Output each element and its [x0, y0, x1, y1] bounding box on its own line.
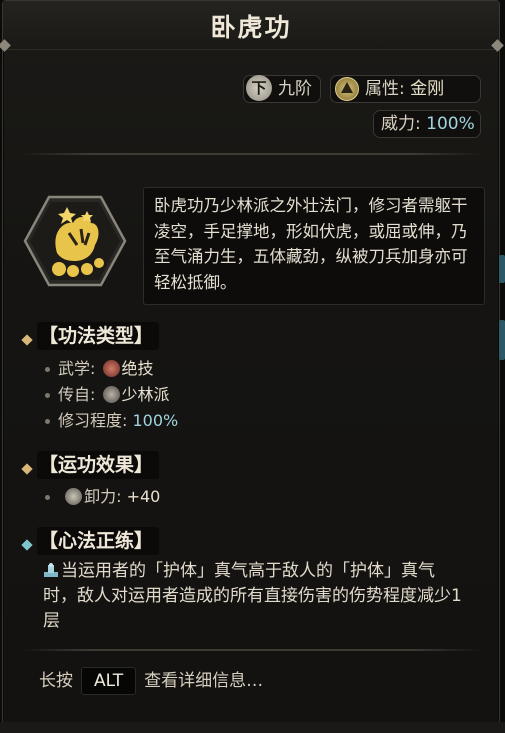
- bullet-dot: [45, 367, 50, 372]
- row-origin: 传自: 少林派: [45, 383, 170, 407]
- deflect-icon: [65, 488, 83, 505]
- grade-tier-icon: 下: [246, 75, 272, 101]
- row-deflect: 卸力: +40: [45, 485, 160, 509]
- footer-hint: 长按 ALT 查看详细信息…: [39, 667, 263, 695]
- edge-decoration: [499, 320, 505, 360]
- bullet-dot: [45, 495, 50, 500]
- title-bar: 卧虎功: [3, 1, 499, 50]
- row-value: +40: [126, 487, 161, 506]
- attribute-label: 属性:: [365, 79, 405, 99]
- skill-tooltip-panel: 卧虎功 下 九阶 属性: 金刚 威力: 100% 卧虎功乃少林派之外壮法门，修习…: [0, 0, 504, 724]
- row-label: 传自:: [58, 385, 96, 404]
- row-martial-type: 武学: 绝技: [45, 357, 154, 381]
- grade-label: 九阶: [278, 79, 312, 99]
- row-label: 修习程度:: [58, 411, 128, 430]
- alt-key-chip: ALT: [81, 667, 137, 695]
- row-value: 100%: [132, 411, 179, 430]
- section-diamond-icon: [21, 539, 33, 551]
- mind-method-effect: 当运用者的「护体」真气高于敌人的「护体」真气时，敌人对运用者造成的所有直接伤害的…: [43, 559, 463, 634]
- tiger-claw-icon: [23, 195, 127, 287]
- vajra-emblem-icon: [335, 77, 359, 101]
- shaolin-sect-icon: [102, 386, 120, 403]
- unique-skill-icon: [102, 360, 120, 377]
- divider-top: [21, 153, 481, 155]
- attribute-value: 金刚: [410, 79, 445, 99]
- qi-body-icon: [44, 563, 58, 577]
- footer-prefix: 长按: [39, 671, 73, 691]
- grade-badge: 下 九阶: [243, 75, 321, 103]
- row-value: 少林派: [121, 385, 170, 404]
- row-value: 绝技: [121, 359, 154, 378]
- row-label: 卸力:: [84, 487, 122, 506]
- mind-method-text: 当运用者的「护体」真气高于敌人的「护体」真气时，敌人对运用者造成的所有直接伤害的…: [43, 561, 462, 631]
- section-title: 【功法类型】: [37, 322, 160, 350]
- skill-title: 卧虎功: [210, 13, 292, 42]
- bullet-dot: [45, 419, 50, 424]
- bullet-dot: [45, 393, 50, 398]
- row-label: 武学:: [58, 359, 96, 378]
- power-badge: 威力: 100%: [373, 110, 481, 138]
- section-title: 【心法正练】: [37, 527, 160, 555]
- skill-emblem: [21, 193, 129, 289]
- divider-bottom: [21, 649, 481, 651]
- power-label: 威力:: [381, 114, 421, 134]
- attribute-badge: 属性: 金刚: [330, 75, 481, 103]
- edge-decoration: [499, 255, 505, 283]
- section-title: 【运功效果】: [37, 451, 160, 479]
- section-diamond-icon: [21, 334, 33, 346]
- description-box: 卧虎功乃少林派之外壮法门，修习者需躯干凌空，手足撑地，形如伏虎，或屈或伸，乃至气…: [143, 187, 485, 305]
- background-strip: [0, 722, 505, 733]
- power-value: 100%: [426, 114, 475, 134]
- section-diamond-icon: [21, 463, 33, 475]
- row-mastery: 修习程度: 100%: [45, 409, 178, 433]
- footer-suffix: 查看详细信息…: [144, 671, 264, 691]
- description-text: 卧虎功乃少林派之外壮法门，修习者需躯干凌空，手足撑地，形如伏虎，或屈或伸，乃至气…: [154, 196, 468, 292]
